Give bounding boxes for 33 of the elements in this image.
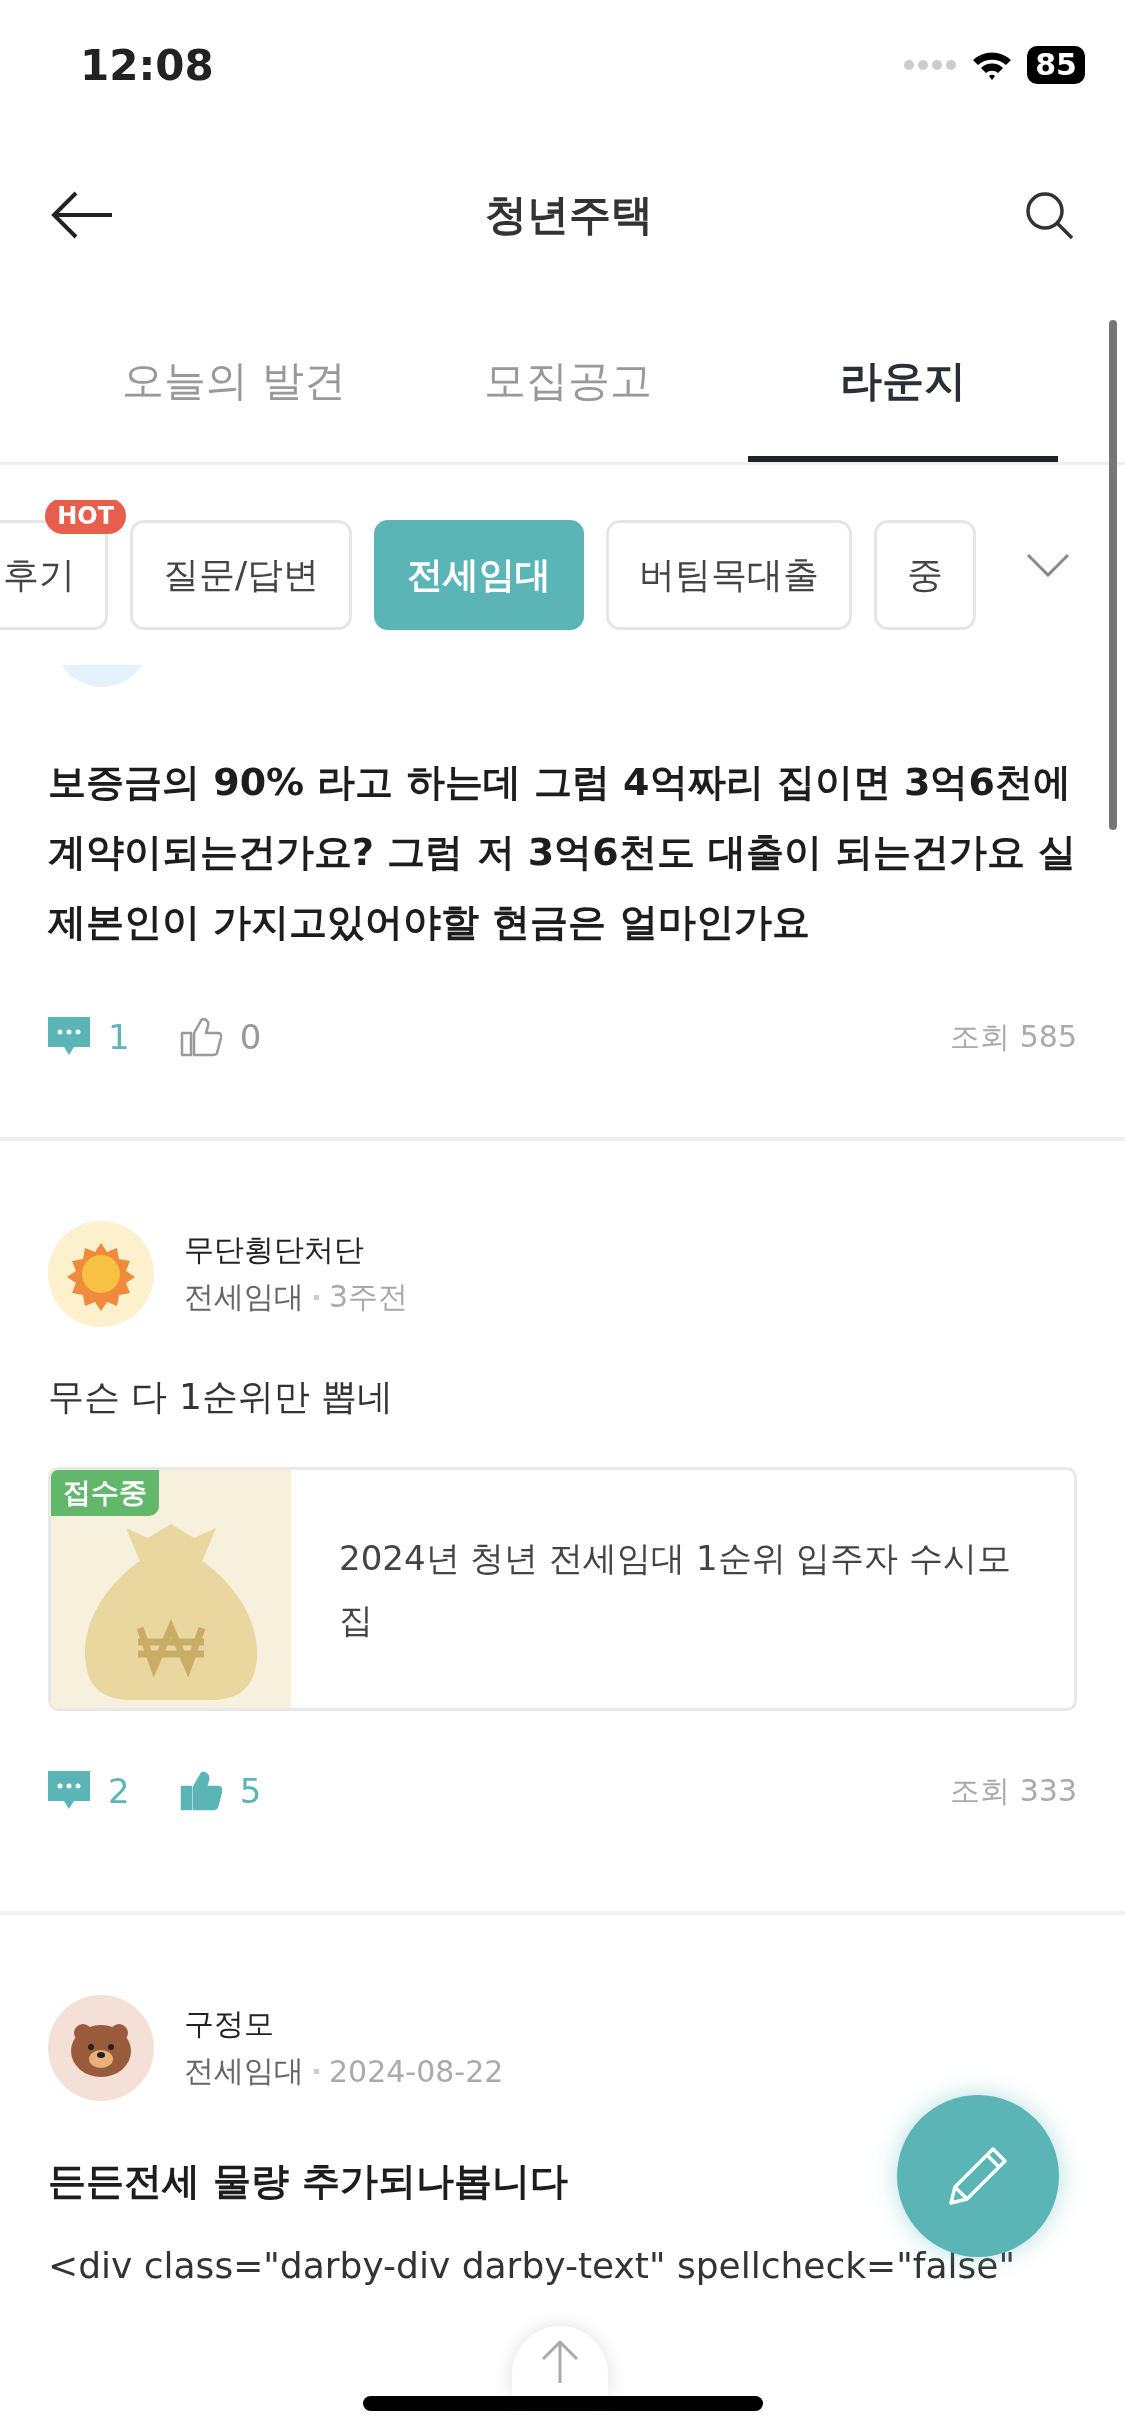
status-time: 12:08 [80, 40, 214, 90]
post-title[interactable]: 든든전세 물량 추가되나봅니다 [48, 2146, 1077, 2216]
comment-icon [48, 1771, 90, 1811]
bear-avatar-icon [48, 1995, 154, 2101]
signal-icon [903, 58, 958, 72]
post-body: <div class="darby-div darby-text" spellcheck="false" [48, 2244, 1017, 2288]
battery-icon: 85 [1027, 46, 1085, 84]
link-title: 2024년 청년 전세임대 1순위 입주자 수시모집 [338, 1537, 1013, 1642]
page-title: 청년주택 [484, 189, 653, 241]
post-time: 2024-08-22 [329, 2054, 504, 2089]
author-name: 무단횡단처단 [184, 1231, 365, 1269]
chevron-down-icon[interactable] [1026, 553, 1070, 577]
view-count: 조회 585 [950, 1017, 1077, 1056]
author-name: 구정모 [184, 2005, 275, 2043]
search-icon[interactable] [1023, 189, 1075, 241]
scroll-top-button[interactable] [512, 2326, 608, 2398]
category-chip[interactable]: 질문/답변 [130, 520, 353, 630]
post-title[interactable]: 보증금의 90% 라고 하는데 그럼 4억짜리 집이면 3억6천에 계약이되는건가요? 그럼 저 3억6천도 대출이 되는건가요 실제본인이 가지고있어야할 현금은 얼마인가요 [48, 747, 1077, 957]
post-category: 전세임대 [184, 2052, 304, 2090]
category-chip[interactable]: 버팀목대출 [606, 520, 853, 630]
status-badge: 접수중 [51, 1470, 159, 1516]
post-time: 3주전 [329, 1278, 409, 1316]
post-body: 무슨 다 1순위만 뽑네 [48, 1375, 395, 1419]
comment-icon [48, 1017, 90, 1057]
category-chip[interactable]: 중 [874, 520, 977, 630]
arrow-up-icon [540, 2339, 580, 2385]
post-category: 전세임대 [184, 1278, 304, 1316]
view-count: 조회 333 [950, 1771, 1077, 1810]
sun-avatar-icon [48, 1221, 154, 1327]
link-card[interactable]: 접수중 2024년 청년 전세임대 1순위 입주자 수시모집 [48, 1467, 1077, 1711]
back-arrow-icon[interactable] [50, 190, 114, 240]
hot-badge: HOT [45, 500, 126, 534]
tab[interactable]: 라운지 [839, 353, 966, 409]
